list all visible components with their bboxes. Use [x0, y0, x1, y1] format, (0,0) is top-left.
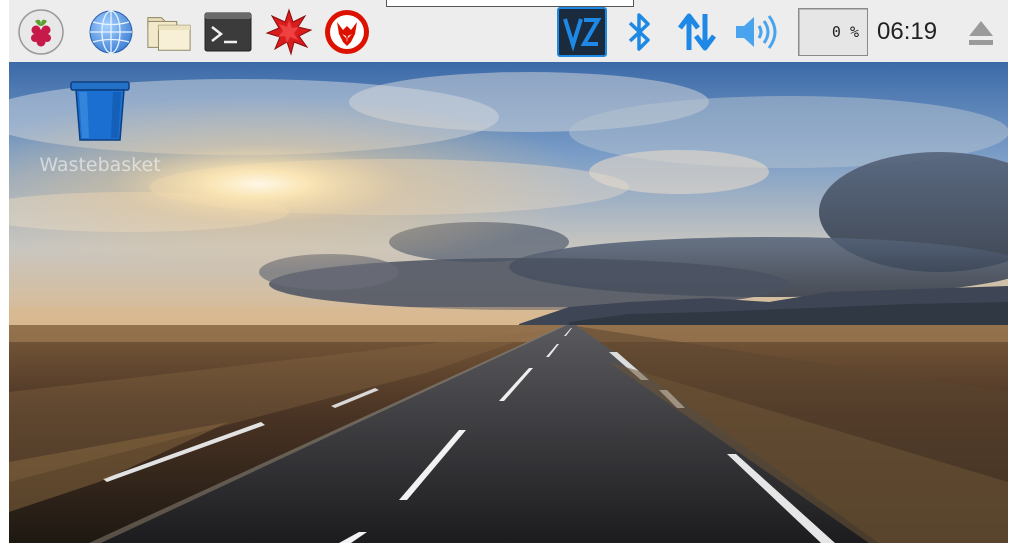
terminal-launcher[interactable]: [204, 8, 252, 56]
wolfram-icon: [325, 10, 369, 54]
file-manager-icon: [147, 17, 191, 51]
web-browser-launcher[interactable]: [87, 8, 135, 56]
trash-icon: [70, 81, 130, 141]
clock[interactable]: 06:19: [877, 18, 937, 46]
speaker-icon: [736, 15, 777, 49]
volume-tray-button[interactable]: [731, 8, 779, 56]
cpu-usage-monitor[interactable]: 0 %: [798, 8, 868, 56]
desktop-icon-label: Wastebasket: [39, 154, 161, 176]
bluetooth-icon: [628, 13, 650, 51]
taskbar: 0 % 06:19: [9, 0, 1008, 63]
main-menu-button[interactable]: [17, 8, 65, 56]
network-arrows-icon: [678, 13, 716, 51]
eject-icon: [969, 21, 993, 45]
desktop[interactable]: Wastebasket: [9, 62, 1008, 543]
terminal-icon: [204, 12, 252, 52]
raspberry-pi-icon: [18, 9, 64, 55]
vnc-icon: [557, 7, 607, 57]
bluetooth-tray-button[interactable]: [615, 8, 663, 56]
wolfram-launcher[interactable]: [323, 8, 371, 56]
vnc-server-tray-button[interactable]: [557, 7, 607, 57]
file-manager-launcher[interactable]: [145, 8, 193, 56]
network-tray-button[interactable]: [673, 8, 721, 56]
mathematica-icon: [265, 8, 313, 56]
mathematica-launcher[interactable]: [265, 8, 313, 56]
web-browser-icon: [89, 10, 133, 54]
eject-tray-button[interactable]: [957, 8, 1005, 56]
screen: 0 % 06:19 Wastebasket: [0, 0, 1017, 543]
screen-border-right: [1008, 0, 1017, 543]
window-drop-indicator: [386, 0, 634, 7]
cpu-usage-value: 0 %: [831, 23, 859, 41]
screen-border-left: [0, 0, 9, 543]
desktop-icon-wastebasket[interactable]: Wastebasket: [25, 80, 175, 176]
